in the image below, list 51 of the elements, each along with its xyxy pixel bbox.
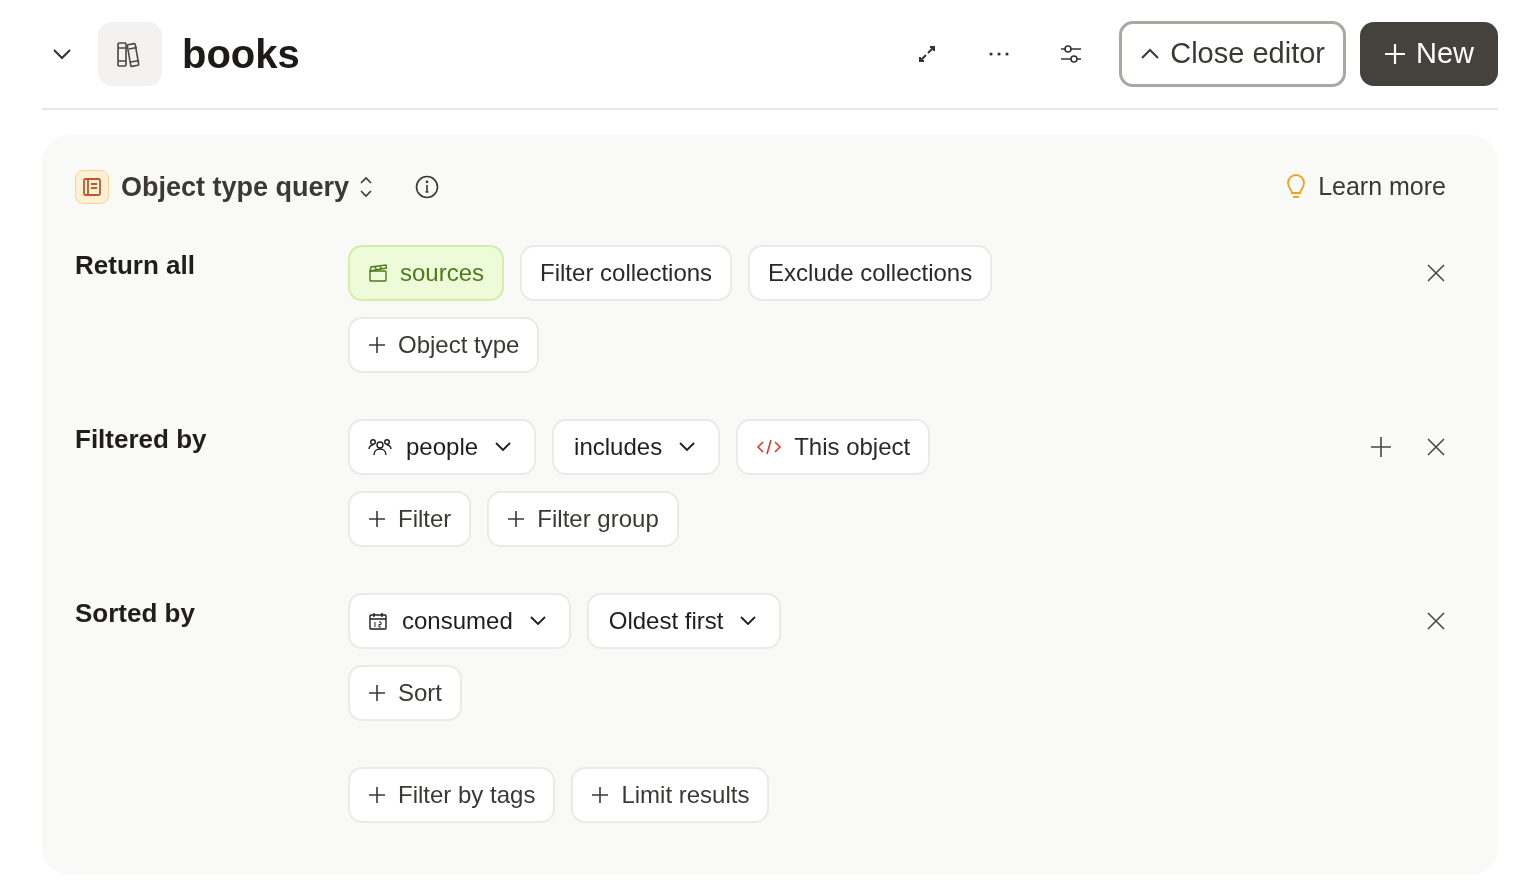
lightbulb-icon: [1286, 174, 1307, 200]
section-label: Sorted by: [75, 597, 196, 630]
new-button[interactable]: New: [1360, 22, 1498, 86]
expand-icon: [917, 44, 938, 64]
add-button[interactable]: Filter: [348, 491, 472, 547]
add-button[interactable]: Filter group: [487, 491, 679, 547]
add-button[interactable]: Object type: [348, 317, 540, 373]
chevron-down-icon: [494, 442, 513, 452]
people-icon: [368, 438, 392, 456]
remove-button[interactable]: [1426, 611, 1446, 631]
add-button[interactable]: Sort: [348, 665, 462, 721]
section-label: Filtered by: [75, 423, 208, 456]
chevron-down-icon: [739, 616, 758, 626]
query-type-selector[interactable]: Object type query: [121, 166, 374, 208]
remove-button[interactable]: [1426, 263, 1446, 283]
learn-more-link[interactable]: Learn more: [1286, 168, 1446, 206]
page-title: books: [182, 31, 300, 78]
add-button[interactable]: Filter by tags: [348, 767, 556, 823]
chevron-up-icon: [1140, 48, 1161, 60]
plus-icon: [591, 786, 610, 804]
chevron-down-icon: [52, 48, 72, 60]
plus-icon: [368, 510, 386, 528]
plus-icon: [368, 336, 386, 354]
plus-icon: [1384, 43, 1406, 65]
chevron-down-icon: [678, 442, 697, 452]
sliders-icon: [1060, 44, 1083, 64]
code-icon: [756, 438, 783, 456]
info-icon: [415, 175, 440, 199]
more-icon: [989, 52, 1010, 56]
info-button[interactable]: [415, 175, 440, 199]
notebook-icon: [75, 170, 109, 204]
dropdown-button[interactable]: Oldest first: [586, 593, 782, 649]
calendar-icon: [368, 611, 388, 631]
plus-icon: [368, 786, 386, 804]
close-editor-button[interactable]: Close editor: [1119, 21, 1346, 87]
object-type-chip[interactable]: sources: [348, 245, 505, 301]
plus-icon: [507, 510, 526, 528]
remove-button[interactable]: [1426, 437, 1446, 457]
add-button[interactable]: Limit results: [571, 767, 770, 823]
chevron-down-icon: [528, 616, 547, 626]
up-down-chevron-icon: [359, 175, 374, 199]
section-label: Return all: [75, 249, 196, 282]
add-condition-button[interactable]: [1370, 436, 1392, 458]
clapperboard-icon: [368, 264, 388, 282]
value-chip[interactable]: This object: [736, 419, 931, 475]
option-button[interactable]: Filter collections: [520, 245, 733, 301]
plus-icon: [368, 684, 386, 702]
dropdown-button[interactable]: includes: [552, 419, 721, 475]
option-button[interactable]: Exclude collections: [748, 245, 993, 301]
dropdown-button[interactable]: people: [348, 419, 537, 475]
dropdown-button[interactable]: consumed: [348, 593, 571, 649]
